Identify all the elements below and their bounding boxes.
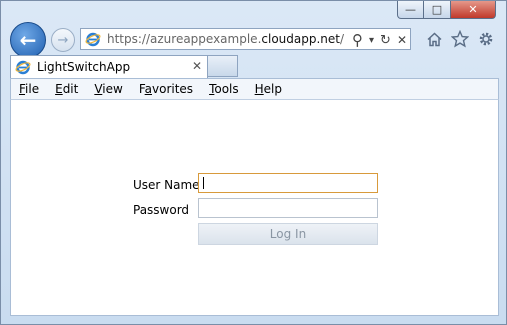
username-label: User Name bbox=[133, 178, 200, 192]
tab-close-icon[interactable]: ✕ bbox=[192, 59, 202, 73]
username-input[interactable] bbox=[198, 173, 378, 193]
stop-icon[interactable]: ✕ bbox=[397, 33, 407, 47]
forward-button[interactable]: → bbox=[51, 28, 75, 52]
text-caret bbox=[203, 177, 204, 189]
tab-ie-icon bbox=[15, 59, 31, 75]
browser-window: — □ ✕ ← → https://azureappexample.clouda… bbox=[0, 0, 507, 325]
back-button[interactable]: ← bbox=[10, 22, 46, 58]
menu-bar: File Edit View Favorites Tools Help bbox=[10, 78, 499, 100]
search-icon[interactable]: ⚲ bbox=[352, 31, 363, 49]
window-controls: — □ ✕ bbox=[397, 1, 496, 19]
menu-file[interactable]: File bbox=[11, 82, 47, 96]
menu-view[interactable]: View bbox=[86, 82, 130, 96]
password-input[interactable] bbox=[198, 198, 378, 218]
close-window-button[interactable]: ✕ bbox=[451, 1, 496, 19]
password-label: Password bbox=[133, 203, 190, 217]
dropdown-icon[interactable]: ▾ bbox=[369, 35, 374, 46]
maximize-button[interactable]: □ bbox=[424, 1, 451, 19]
tab-lightswitchapp[interactable]: LightSwitchApp ✕ bbox=[10, 55, 208, 78]
home-icon[interactable] bbox=[425, 30, 443, 48]
new-tab-button[interactable] bbox=[208, 55, 238, 77]
menu-tools[interactable]: Tools bbox=[201, 82, 247, 96]
url-text[interactable]: https://azureappexample.cloudapp.net/ bbox=[107, 32, 344, 46]
refresh-icon[interactable]: ↻ bbox=[380, 33, 391, 48]
toolbar-icons bbox=[425, 30, 495, 48]
ie-page-icon bbox=[85, 31, 101, 47]
menu-help[interactable]: Help bbox=[247, 82, 290, 96]
menu-edit[interactable]: Edit bbox=[47, 82, 86, 96]
menu-favorites[interactable]: Favorites bbox=[131, 82, 201, 96]
tab-title: LightSwitchApp bbox=[37, 60, 131, 74]
page-content: User Name Password Log In bbox=[10, 100, 499, 316]
address-bar[interactable]: https://azureappexample.cloudapp.net/ ⚲ … bbox=[80, 28, 411, 50]
minimize-button[interactable]: — bbox=[397, 1, 424, 19]
settings-gear-icon[interactable] bbox=[477, 30, 495, 48]
favorites-star-icon[interactable] bbox=[451, 30, 469, 48]
login-button[interactable]: Log In bbox=[198, 223, 378, 245]
